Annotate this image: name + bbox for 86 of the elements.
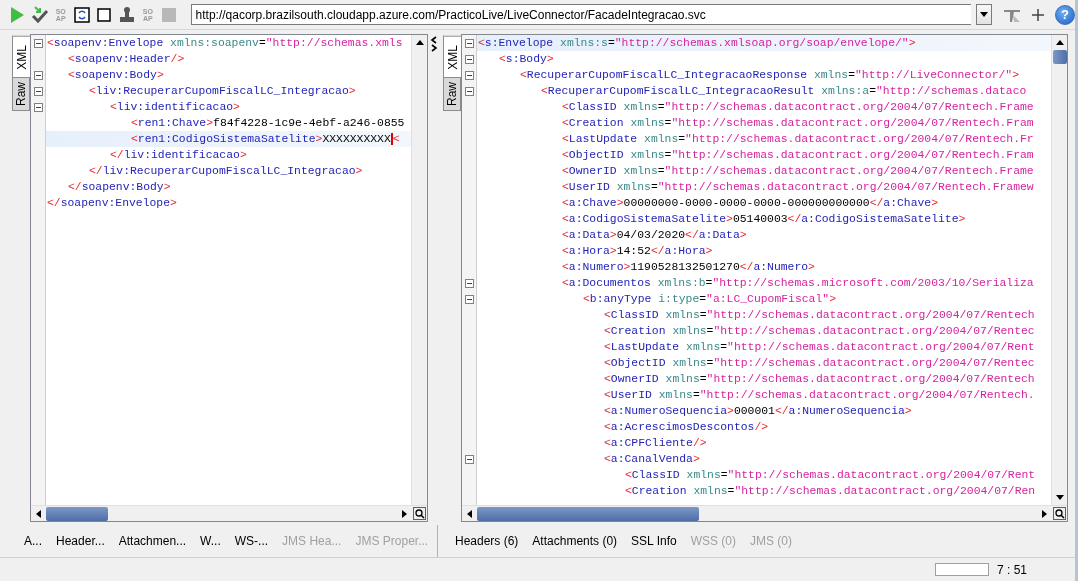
code-line: <a:CanalVenda> (603, 452, 701, 467)
code-line: <a:CodigoSistemaSatelite>05140003</a:CodigoSistemaSatelite> (561, 212, 967, 227)
code-line: <a:AcrescimosDescontos/> (603, 420, 770, 435)
collapse-arrows-icon[interactable] (430, 36, 438, 52)
code-line: <soapenv:Header/> (67, 52, 186, 67)
code-line: <liv:identificacao> (109, 100, 241, 115)
code-line: <UserID xmlns="http://schemas.datacontract.org/2004/07/Rentech.Framew (561, 180, 1035, 195)
code-line: <Creation xmlns="http://schemas.datacontract.org/2004/07/Rentec (603, 324, 1036, 339)
code-line: <a:Numero>1190528132501270</a:Numero> (561, 260, 816, 275)
collapse-icon[interactable] (34, 70, 43, 80)
code-line: <ClassID xmlns="http://schemas.datacontract.org/2004/07/Rent (624, 468, 1037, 483)
code-line: <ClassID xmlns="http://schemas.datacontract.org/2004/07/Rentech (603, 308, 1036, 323)
side-tab[interactable]: Raw (443, 76, 461, 111)
code-line: <Creation xmlns="http://schemas.datacontract.org/2004/07/Ren (624, 484, 1037, 499)
bottom-tab[interactable]: Attachmen... (118, 532, 187, 550)
scroll-thumb[interactable] (46, 507, 108, 521)
scroll-thumb[interactable] (477, 507, 699, 521)
code-line: <ren1:Chave>f84f4228-1c9e-4ebf-a246-0855 (130, 116, 406, 131)
collapse-icon[interactable] (34, 102, 43, 112)
code-line: <a:Documentos xmlns:b="http://schemas.microsoft.com/2003/10/Serializa (561, 276, 1035, 291)
code-line: <LastUpdate xmlns="http://schemas.datacontract.org/2004/07/Rentech.Fr (561, 132, 1035, 147)
left-arrow-icon (36, 509, 41, 518)
code-line: <a:Data>04/03/2020</a:Data> (561, 228, 748, 243)
square-icon[interactable] (95, 5, 114, 24)
code-line: <soapenv:Body> (67, 68, 165, 83)
code-line: </liv:RecuperarCupomFiscalLC_Integracao> (88, 164, 364, 179)
code-line: <a:Hora>14:52</a:Hora> (561, 244, 714, 259)
collapse-icon[interactable] (465, 294, 474, 304)
bottom-tab[interactable]: WS-... (234, 532, 269, 550)
up-arrow-icon (1055, 40, 1064, 45)
code-line: <RecuperarCupomFiscalLC_IntegracaoResult xmlns:a="http://schemas.dataco (540, 84, 1028, 99)
side-tab[interactable]: XML (12, 36, 30, 79)
dropdown-button[interactable] (976, 4, 992, 25)
side-tab[interactable]: XML (443, 36, 461, 79)
collapse-icon[interactable] (465, 454, 474, 464)
code-line: <UserID xmlns="http://schemas.datacontract.org/2004/07/Rentech. (603, 388, 1036, 403)
code-line: </soapenv:Envelope> (46, 196, 178, 211)
code-line: <RecuperarCupomFiscalLC_IntegracaoResponse xmlns="http://LiveConnector/"> (519, 68, 1021, 83)
code-line: </liv:identificacao> (109, 148, 248, 163)
down-arrow-icon (1055, 495, 1064, 500)
bottom-tab[interactable]: W... (200, 532, 221, 550)
code-line: <LastUpdate xmlns="http://schemas.datacontract.org/2004/07/Rent (603, 340, 1036, 355)
check-icon[interactable] (30, 5, 49, 24)
vertical-scrollbar[interactable] (411, 35, 427, 505)
collapse-icon[interactable] (465, 38, 474, 48)
scroll-thumb[interactable] (1053, 50, 1067, 64)
left-arrow-icon (467, 509, 472, 518)
horizontal-scrollbar[interactable] (31, 506, 412, 521)
code-line: <b:anyType i:type="a:LC_CupomFiscal"> (582, 292, 837, 307)
code-line: </soapenv:Body> (67, 180, 172, 195)
collapse-icon[interactable] (465, 70, 474, 80)
code-line: <a:Chave>00000000-0000-0000-0000-000000000000</a:Chave> (561, 196, 939, 211)
zoom-icon[interactable] (1052, 506, 1067, 521)
horizontal-scrollbar[interactable] (462, 506, 1052, 521)
code-line: <OwnerID xmlns="http://schemas.datacontract.org/2004/07/Rentech.Frame (561, 164, 1035, 179)
code-line: <a:CPFCliente/> (603, 436, 708, 451)
cursor-position: 7 : 51 (996, 561, 1027, 579)
collapse-icon[interactable] (34, 38, 43, 48)
bottom-tab[interactable]: SSL Info (631, 532, 677, 550)
code-line: <a:NumeroSequencia>000001</a:NumeroSequencia> (603, 404, 913, 419)
bottom-tab[interactable]: A... (24, 532, 42, 550)
bottom-tab[interactable]: Attachments (0) (532, 532, 618, 550)
collapse-icon[interactable] (465, 86, 474, 96)
collapse-icon[interactable] (465, 278, 474, 288)
code-line: <soapenv:Envelope xmlns:soapenv="http://schemas.xmls (46, 36, 404, 51)
zoom-icon[interactable] (412, 506, 427, 521)
code-line: <liv:RecuperarCupomFiscalLC_Integracao> (88, 84, 357, 99)
code-line: <s:Body> (498, 52, 555, 67)
code-line: <ObjectID xmlns="http://schemas.datacontract.org/2004/07/Rentec (603, 356, 1036, 371)
vertical-scrollbar[interactable] (1051, 35, 1067, 505)
right-arrow-icon (402, 509, 407, 518)
stamp-icon[interactable] (118, 5, 136, 24)
code-line: <OwnerID xmlns="http://schemas.datacontract.org/2004/07/Rentech (603, 372, 1036, 387)
code-line: <Creation xmlns="http://schemas.datacontract.org/2004/07/Rentech.Fram (561, 116, 1035, 131)
right-arrow-icon (1042, 509, 1047, 518)
code-line: <ObjectID xmlns="http://schemas.datacontract.org/2004/07/Rentech.Fram (561, 148, 1035, 163)
bottom-tab[interactable]: Headers (6) (455, 532, 519, 550)
caret-icon (980, 12, 989, 17)
bottom-tab[interactable]: Header... (56, 532, 105, 550)
code-line: <ClassID xmlns="http://schemas.datacontract.org/2004/07/Rentech.Frame (561, 100, 1035, 115)
side-tab[interactable]: Raw (12, 76, 30, 111)
url-field[interactable]: http://qacorp.brazilsouth.cloudapp.azure.com/PracticoLive/LiveConnector/FacadeIntegracao.svc (190, 4, 972, 25)
refresh-icon[interactable] (72, 5, 91, 24)
collapse-icon[interactable] (34, 86, 43, 96)
collapse-icon[interactable] (465, 54, 474, 64)
up-arrow-icon (415, 40, 424, 45)
